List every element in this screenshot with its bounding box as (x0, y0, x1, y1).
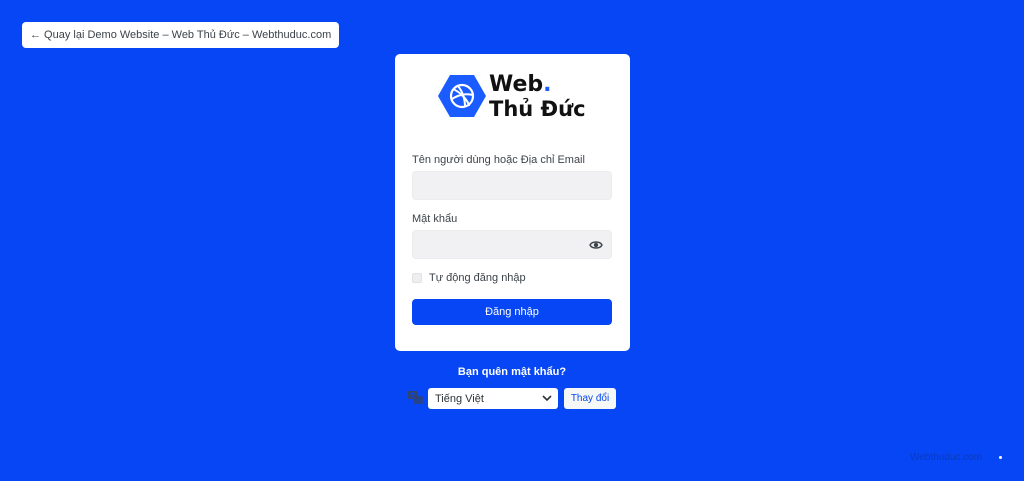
lost-password-link[interactable]: Bạn quên mật khẩu? (0, 366, 1024, 378)
footer-dot (999, 456, 1002, 459)
logo-text-thuduc: Thủ Đức (489, 97, 586, 121)
dribbble-ball-icon (438, 75, 486, 117)
language-select[interactable]: Tiếng Việt (428, 388, 558, 409)
remember-label: Tự động đăng nhập (429, 272, 526, 284)
password-input[interactable] (412, 230, 612, 259)
logo-text-web: Web. (489, 72, 552, 97)
login-button[interactable]: Đăng nhập (412, 299, 612, 325)
username-label: Tên người dùng hoặc Địa chỉ Email (412, 154, 585, 166)
eye-icon[interactable] (589, 239, 603, 251)
site-logo[interactable]: Web. Thủ Đức (438, 72, 588, 122)
language-selected-value: Tiếng Việt (435, 392, 484, 405)
back-to-site-link[interactable]: ← Quay lại Demo Website – Web Thủ Đức – … (22, 22, 340, 48)
username-input[interactable] (412, 171, 612, 200)
login-card: Web. Thủ Đức Tên người dùng hoặc Địa chỉ… (395, 54, 630, 351)
password-label: Mật khẩu (412, 213, 458, 225)
translation-icon (408, 391, 423, 404)
footer-watermark: Webthuduc.com (910, 452, 983, 463)
change-language-button[interactable]: Thay đổi (564, 388, 616, 409)
remember-me[interactable]: Tự động đăng nhập (412, 272, 526, 284)
logo-dot: . (543, 72, 552, 97)
chevron-down-icon (542, 395, 552, 402)
remember-checkbox[interactable] (412, 273, 422, 283)
